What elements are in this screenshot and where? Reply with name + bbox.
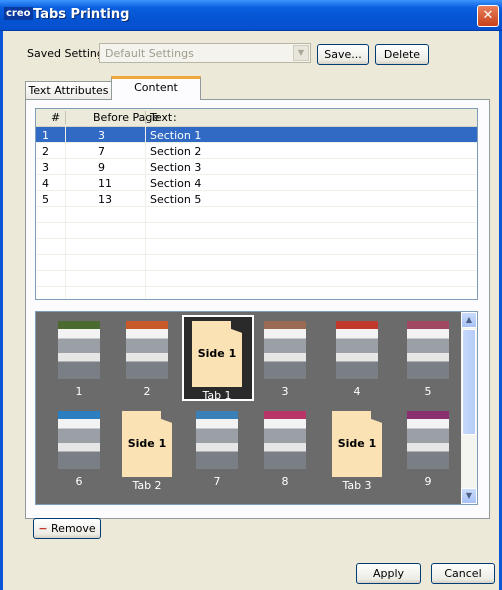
thumbnail-label: 3 bbox=[281, 385, 289, 398]
table-row[interactable]: 5 13 Section 5 bbox=[36, 191, 477, 207]
grid-line bbox=[36, 270, 477, 271]
vertical-scrollbar[interactable]: ▲ ▼ bbox=[461, 312, 477, 504]
tab-side-preview: Side 1 bbox=[192, 321, 242, 387]
scroll-thumb[interactable] bbox=[462, 329, 476, 435]
thumbnail-label: Tab 3 bbox=[342, 479, 372, 492]
table-row[interactable]: 1 3 Section 1 bbox=[36, 127, 477, 143]
cell-text: Section 4 bbox=[150, 177, 202, 190]
column-divider[interactable] bbox=[65, 111, 66, 124]
cell-number: 5 bbox=[42, 193, 49, 206]
scroll-down-icon[interactable]: ▼ bbox=[461, 488, 477, 504]
creo-logo-icon: creo bbox=[4, 7, 33, 20]
table-row[interactable]: 4 11 Section 4 bbox=[36, 175, 477, 191]
page-preview-image bbox=[407, 321, 449, 379]
page-thumbnail-strip: 1 2 Side 1 Tab 1 3 4 5 6 Side 1 Tab 2 7 8 Side 1 Tab … bbox=[35, 311, 478, 505]
close-button[interactable]: ✕ bbox=[477, 5, 499, 27]
cell-before-page: 11 bbox=[98, 177, 112, 190]
chevron-down-icon[interactable]: ▼ bbox=[293, 45, 309, 61]
page-preview-image bbox=[58, 321, 100, 379]
saved-settings-value: Default Settings bbox=[105, 47, 194, 60]
remove-button[interactable]: − Remove bbox=[33, 518, 101, 539]
cell-number: 4 bbox=[42, 177, 49, 190]
page-preview-image bbox=[126, 321, 168, 379]
thumbnail-label: 5 bbox=[424, 385, 432, 398]
cell-number: 1 bbox=[42, 129, 49, 142]
grid-line bbox=[36, 206, 477, 207]
column-divider[interactable] bbox=[145, 111, 146, 124]
title-bar[interactable]: creo Tabs Printing ✕ bbox=[0, 0, 502, 31]
thumbnail-label: 9 bbox=[424, 475, 432, 488]
tabs-printing-dialog: creo Tabs Printing ✕ Saved Settings: Def… bbox=[0, 0, 502, 590]
page-preview-image bbox=[264, 411, 306, 469]
apply-button[interactable]: Apply bbox=[356, 563, 421, 584]
cell-before-page: 7 bbox=[98, 145, 105, 158]
delete-button[interactable]: Delete bbox=[375, 44, 429, 65]
cancel-button[interactable]: Cancel bbox=[431, 563, 495, 584]
grid-line bbox=[36, 286, 477, 287]
grid-line bbox=[36, 254, 477, 255]
content-panel: # Before Page Text: 1 3 Section 1 2 7 Section… bbox=[25, 99, 490, 519]
cell-text: Section 2 bbox=[150, 145, 202, 158]
thumbnail-label: 2 bbox=[143, 385, 151, 398]
column-header-colon: : bbox=[173, 111, 177, 124]
save-button[interactable]: Save... bbox=[317, 44, 369, 65]
scroll-up-icon[interactable]: ▲ bbox=[461, 312, 477, 328]
thumbnail-label: 6 bbox=[75, 475, 83, 488]
cell-number: 3 bbox=[42, 161, 49, 174]
page-preview-image bbox=[264, 321, 306, 379]
grid-line bbox=[36, 222, 477, 223]
page-preview-image bbox=[58, 411, 100, 469]
tab-side-preview: Side 1 bbox=[332, 411, 382, 477]
remove-label: Remove bbox=[51, 522, 96, 535]
grid-line bbox=[36, 238, 477, 239]
grid-line bbox=[65, 126, 66, 299]
tab-content[interactable]: Content bbox=[111, 76, 201, 100]
column-header-text[interactable]: Text bbox=[150, 111, 172, 124]
cell-text: Section 3 bbox=[150, 161, 202, 174]
window-title: Tabs Printing bbox=[33, 7, 130, 22]
page-preview-image bbox=[336, 321, 378, 379]
table-header: # Before Page Text: bbox=[36, 109, 477, 127]
tab-text-attributes[interactable]: Text Attributes bbox=[25, 81, 112, 99]
column-header-number[interactable]: # bbox=[51, 111, 60, 124]
sections-table: # Before Page Text: 1 3 Section 1 2 7 Section… bbox=[35, 108, 478, 300]
page-preview-image bbox=[407, 411, 449, 469]
thumbnail-label: 7 bbox=[213, 475, 221, 488]
page-preview-image bbox=[196, 411, 238, 469]
cell-before-page: 9 bbox=[98, 161, 105, 174]
table-row[interactable]: 3 9 Section 3 bbox=[36, 159, 477, 175]
tab-side-preview: Side 1 bbox=[122, 411, 172, 477]
thumbnail-label: 4 bbox=[353, 385, 361, 398]
minus-icon: − bbox=[38, 522, 48, 535]
cell-before-page: 3 bbox=[98, 129, 105, 142]
thumbnail-label: Tab 1 bbox=[202, 389, 232, 402]
thumbnail-label: 8 bbox=[281, 475, 289, 488]
table-row[interactable]: 2 7 Section 2 bbox=[36, 143, 477, 159]
thumbnail-label: Tab 2 bbox=[132, 479, 162, 492]
thumbnail-label: 1 bbox=[75, 385, 83, 398]
saved-settings-select[interactable]: Default Settings ▼ bbox=[99, 43, 311, 63]
cell-text: Section 1 bbox=[150, 129, 202, 142]
cell-number: 2 bbox=[42, 145, 49, 158]
cell-before-page: 13 bbox=[98, 193, 112, 206]
cell-text: Section 5 bbox=[150, 193, 202, 206]
grid-line bbox=[145, 126, 146, 299]
